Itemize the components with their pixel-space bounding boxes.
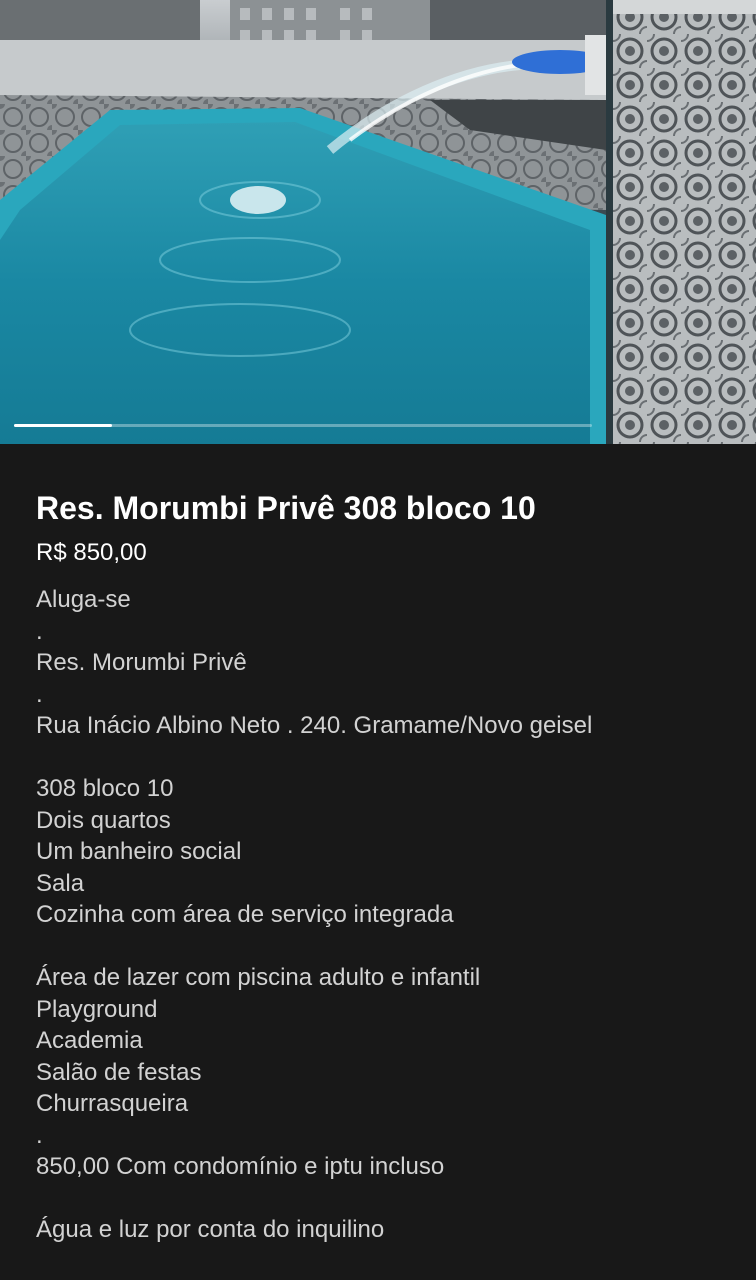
description-line: 308 bloco 10 [36,775,174,802]
description-line: Aluga-se [36,586,131,613]
listing-title: Res. Morumbi Privê 308 bloco 10 [36,490,536,526]
description-line: Rua Inácio Albino Neto . 240. Gramame/No… [36,712,593,739]
description-line: 850,00 Com condomínio e iptu incluso [36,1153,445,1180]
listing-price: R$ 850,00 [36,539,147,566]
description-line: Salão de festas [36,1058,202,1086]
description-line: Playground [36,995,158,1023]
gallery-progress-fill [14,424,113,427]
description-line [36,931,736,963]
next-photo-preview[interactable] [613,0,756,444]
description-line: Um banheiro social [36,838,242,865]
description-line [36,1183,736,1215]
gallery-progress-bar [14,424,592,427]
description-line: Res. Morumbi Privê [36,649,247,676]
description-line: Água e luz por conta do inquilino [36,1216,385,1243]
pool-photo-image [0,0,606,444]
description-line: Área de lazer com piscina adulto e infan… [36,964,481,991]
listing-description: Aluga-se. Res. Morumbi Privê. Rua Inácio A… [36,584,736,1246]
description-line: . [36,680,43,708]
photo-gallery[interactable] [0,0,756,444]
pool-photo[interactable] [0,0,606,444]
description-line: . [36,1121,43,1149]
description-line [36,742,736,774]
tile-floor-image [613,0,756,444]
description-line: Churrasqueira [36,1090,189,1117]
description-line: . [36,617,43,645]
description-line: Academia [36,1027,143,1054]
listing-details: Res. Morumbi Privê 308 bloco 10 R$ 850,0… [36,444,736,1246]
description-line: Cozinha com área de serviço integrada [36,901,454,928]
description-line: Sala [36,869,85,897]
description-line: Dois quartos [36,806,171,834]
